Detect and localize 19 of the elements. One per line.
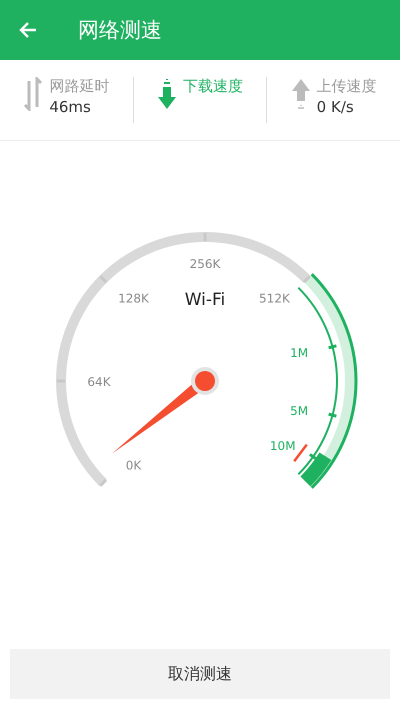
stat-value: 0 K/s (316, 98, 355, 116)
scale-label: 256K (190, 257, 220, 271)
scale-label: 128K (118, 292, 149, 306)
stat-label[interactable]: 下载速度 (183, 77, 243, 96)
scale-label: 512K (259, 292, 290, 306)
scale-label: 5M (290, 404, 308, 418)
stat-label[interactable]: 网路延时 (49, 77, 110, 96)
scale-label: 0K (126, 458, 142, 472)
stat-label[interactable]: 上传速度 (316, 77, 377, 96)
scale-label: 10M (270, 439, 296, 454)
back-arrow-icon[interactable] (18, 20, 38, 40)
cancel-test-button[interactable]: 取消测速 (10, 649, 390, 699)
scale-label: 64K (87, 375, 111, 389)
download-arrow-icon (157, 77, 177, 111)
scale-label: 1M (290, 346, 308, 360)
network-label: Wi-Fi (184, 290, 226, 310)
page-title: 网络测速 (78, 17, 162, 44)
upload-arrow-icon (290, 77, 311, 111)
stat-value: 46ms (49, 98, 92, 116)
